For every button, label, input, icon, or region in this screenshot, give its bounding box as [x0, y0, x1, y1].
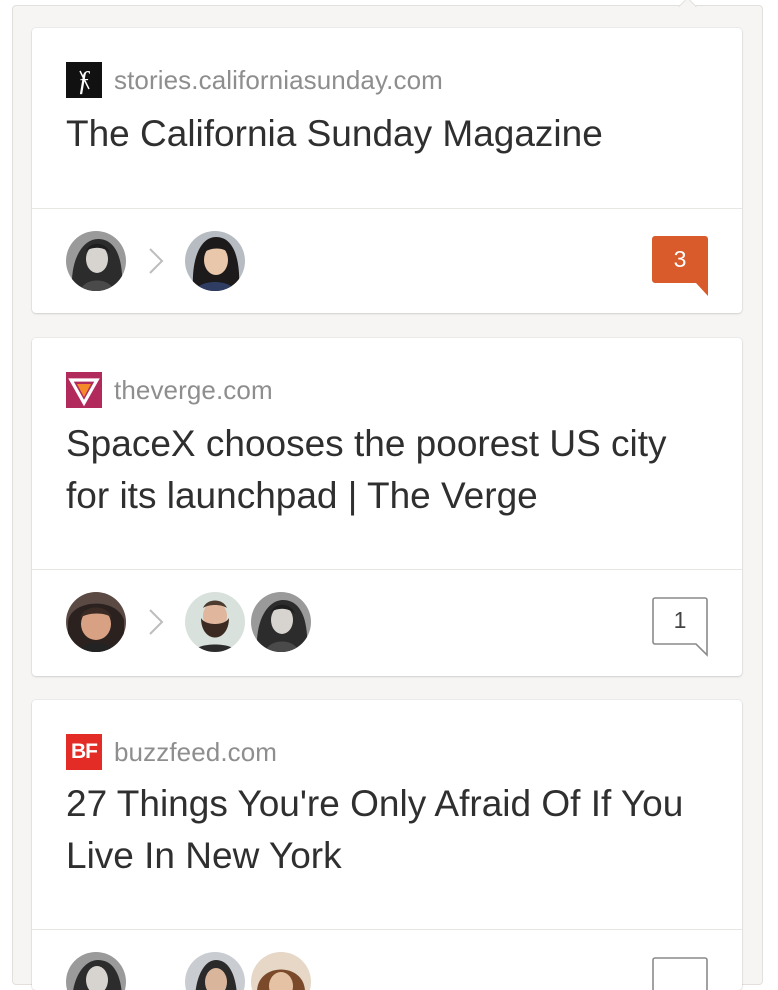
feed-card[interactable]: BF buzzfeed.com 27 Things You're Only Af…	[32, 700, 742, 990]
card-header[interactable]: ƒ stories.californiasunday.com The Calif…	[32, 28, 742, 209]
buzzfeed-icon: BF	[66, 734, 102, 770]
card-footer: 1	[32, 570, 742, 674]
panel-pointer	[678, 0, 697, 16]
california-sunday-icon: ƒ	[66, 62, 102, 98]
avatar[interactable]	[185, 592, 245, 652]
comment-count-badge[interactable]	[652, 957, 708, 990]
avatar[interactable]	[185, 952, 245, 990]
card-domain[interactable]: theverge.com	[114, 375, 273, 406]
comment-count-badge[interactable]: 3	[652, 236, 708, 302]
card-title[interactable]: SpaceX chooses the poorest US city for i…	[66, 418, 712, 522]
chevron-right-icon	[149, 248, 164, 274]
card-source: BF buzzfeed.com	[66, 734, 277, 770]
avatar[interactable]	[185, 231, 245, 291]
card-source: theverge.com	[66, 372, 273, 408]
comment-count: 1	[673, 606, 687, 633]
the-verge-icon	[66, 372, 102, 408]
card-footer	[32, 930, 742, 990]
avatar[interactable]	[251, 952, 311, 990]
card-source: ƒ stories.californiasunday.com	[66, 62, 443, 98]
card-domain[interactable]: stories.californiasunday.com	[114, 65, 443, 96]
card-footer: 3	[32, 209, 742, 313]
feed-card[interactable]: theverge.com SpaceX chooses the poorest …	[32, 338, 742, 676]
avatar[interactable]	[251, 592, 311, 652]
buzzfeed-logo-text: BF	[71, 740, 98, 763]
card-title[interactable]: 27 Things You're Only Afraid Of If You L…	[66, 778, 712, 882]
feed-card[interactable]: ƒ stories.californiasunday.com The Calif…	[32, 28, 742, 313]
comment-bubble-icon	[652, 957, 708, 990]
svg-text:ƒ: ƒ	[77, 66, 91, 97]
card-domain[interactable]: buzzfeed.com	[114, 737, 277, 768]
comment-count: 3	[673, 245, 687, 272]
avatar[interactable]	[66, 231, 126, 291]
card-header[interactable]: theverge.com SpaceX chooses the poorest …	[32, 338, 742, 570]
avatar[interactable]	[66, 592, 126, 652]
avatar[interactable]	[66, 952, 126, 990]
comment-count-badge[interactable]: 1	[652, 597, 708, 663]
card-title[interactable]: The California Sunday Magazine	[66, 108, 712, 160]
card-header[interactable]: BF buzzfeed.com 27 Things You're Only Af…	[32, 700, 742, 930]
chevron-right-icon	[149, 609, 164, 635]
